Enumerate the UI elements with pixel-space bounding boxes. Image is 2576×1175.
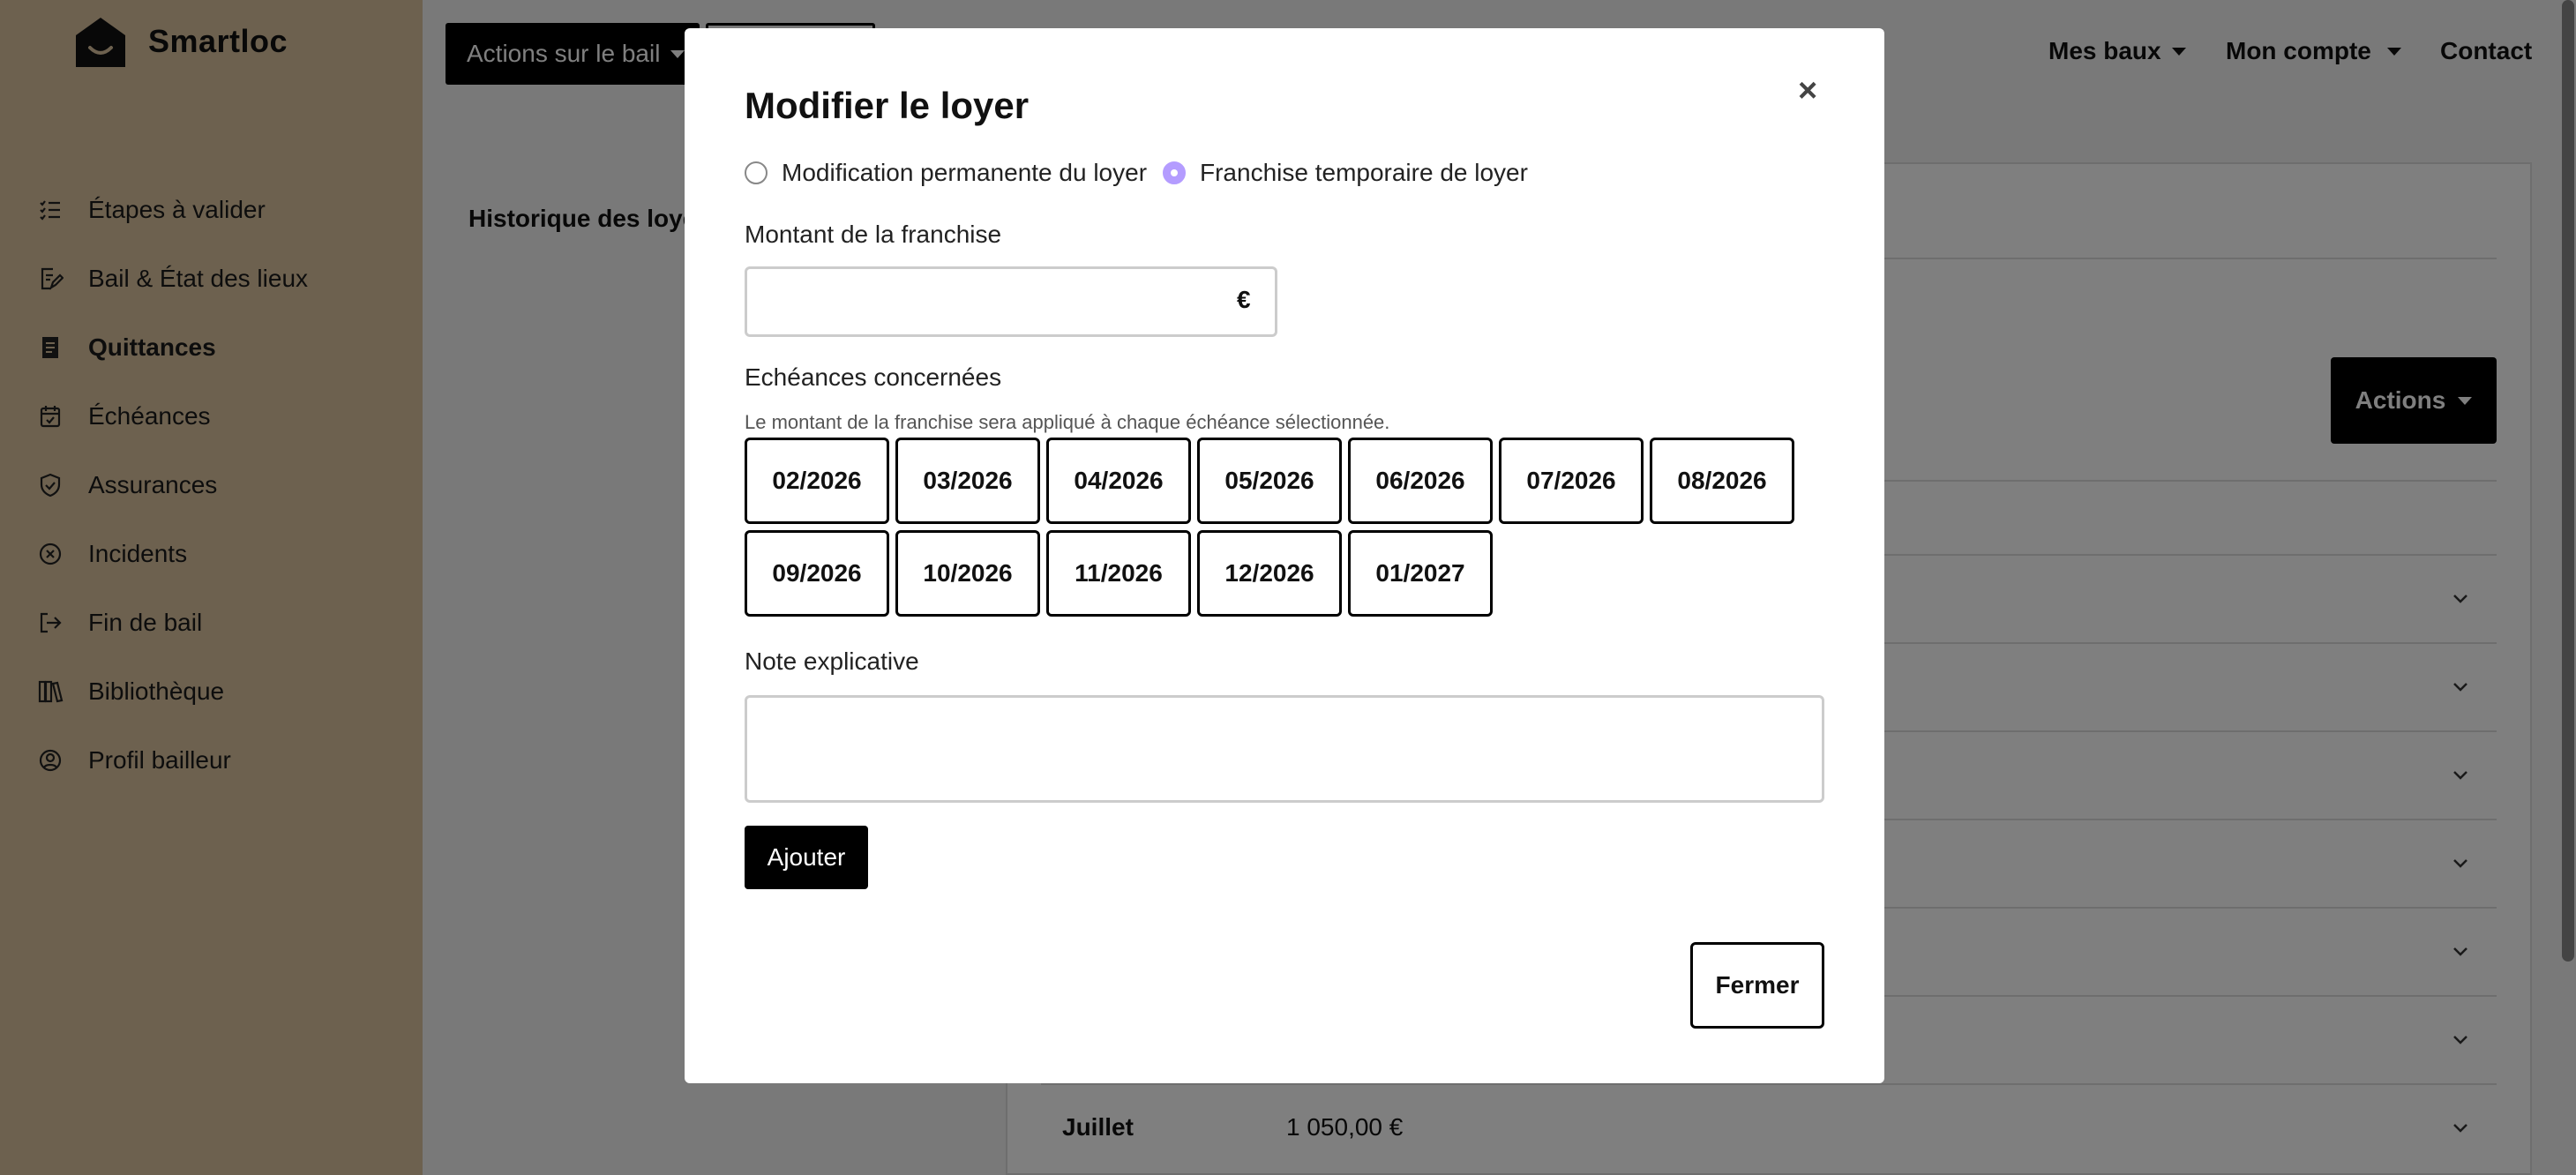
due-date-chip[interactable]: 08/2026: [1650, 438, 1794, 524]
due-date-chip[interactable]: 03/2026: [895, 438, 1040, 524]
radio-temporary[interactable]: Franchise temporaire de loyer: [1163, 159, 1528, 187]
add-button[interactable]: Ajouter: [745, 826, 868, 889]
radio-permanent-label: Modification permanente du loyer: [782, 159, 1148, 186]
due-dates-label: Echéances concernées: [745, 363, 1002, 391]
radio-permanent[interactable]: Modification permanente du loyer: [745, 159, 1147, 187]
due-date-chip[interactable]: 02/2026: [745, 438, 889, 524]
currency-suffix: €: [1237, 286, 1251, 313]
franchise-amount-input[interactable]: [745, 266, 1277, 337]
modal-title: Modifier le loyer: [745, 85, 1030, 126]
due-dates-help: Le montant de la franchise sera appliqué…: [745, 411, 1390, 433]
radio-temporary-input[interactable]: [1163, 161, 1186, 184]
close-button[interactable]: Fermer: [1690, 942, 1824, 1029]
due-date-chip[interactable]: 12/2026: [1197, 530, 1342, 617]
due-date-chip[interactable]: 04/2026: [1046, 438, 1191, 524]
due-date-chip[interactable]: 10/2026: [895, 530, 1040, 617]
note-textarea[interactable]: [745, 695, 1824, 803]
radio-permanent-input[interactable]: [745, 161, 768, 184]
due-date-chip[interactable]: 05/2026: [1197, 438, 1342, 524]
modify-rent-modal: Modifier le loyer × Modification permane…: [685, 28, 1884, 1083]
due-date-chip[interactable]: 09/2026: [745, 530, 889, 617]
due-date-chip[interactable]: 07/2026: [1499, 438, 1644, 524]
due-date-chip[interactable]: 11/2026: [1046, 530, 1191, 617]
due-date-chip[interactable]: 01/2027: [1348, 530, 1493, 617]
due-date-chip[interactable]: 06/2026: [1348, 438, 1493, 524]
amount-label: Montant de la franchise: [745, 221, 1002, 248]
close-icon[interactable]: ×: [1798, 74, 1817, 108]
radio-temporary-label: Franchise temporaire de loyer: [1200, 159, 1528, 186]
note-label: Note explicative: [745, 647, 919, 675]
